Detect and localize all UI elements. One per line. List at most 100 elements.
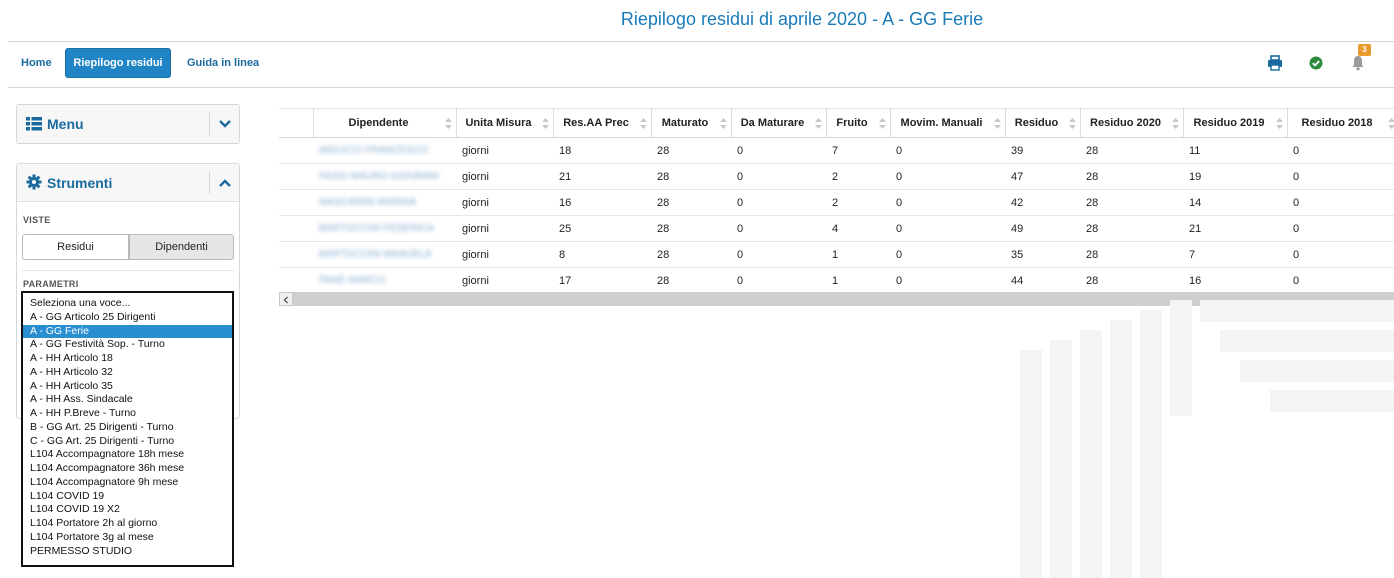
row-selector-cell[interactable] [279,137,313,164]
table-cell: 0 [890,163,1005,190]
row-selector-cell[interactable] [279,163,313,190]
listbox-option[interactable]: A - HH Articolo 18 [23,352,232,366]
row-selector-header [279,108,314,138]
nav-help[interactable]: Guida in linea [187,57,259,69]
listbox-option[interactable]: A - HH Articolo 35 [23,380,232,394]
sort-icon[interactable] [639,118,647,129]
table-cell: giorni [456,241,553,268]
table-cell: 28 [1080,241,1183,268]
table-cell: 28 [1080,267,1183,294]
listbox-option[interactable]: A - HH Ass. Sindacale [23,393,232,407]
listbox-option[interactable]: B - GG Art. 25 Dirigenti - Turno [23,421,232,435]
listbox-option[interactable]: A - GG Ferie [23,324,232,339]
check-circle-icon[interactable] [1307,54,1325,72]
column-header[interactable]: Residuo 2019 [1183,108,1288,138]
listbox-option[interactable]: L104 Portatore 3g al mese [23,531,232,545]
nav-home[interactable]: Home [21,57,52,69]
sort-icon[interactable] [1387,118,1394,129]
nav-riepilogo-residui[interactable]: Riepilogo residui [65,48,171,78]
column-header-label: Movim. Manuali [900,117,983,129]
column-header-label: Dipendente [348,117,409,129]
residui-grid: Dipendente Unita Misura Res.AA Prec Maturat… [279,108,1394,294]
listbox-option[interactable]: L104 Accompagnatore 18h mese [23,448,232,462]
menu-panel-header[interactable]: Menu [17,105,239,143]
table-cell: 28 [1080,163,1183,190]
table-row[interactable]: BARTOCCINI MANUELA giorni 8 28 0 1 0 35 28 7 0 [279,241,1394,268]
column-header-label: Residuo 2020 [1090,117,1161,129]
table-cell: 0 [1287,163,1394,190]
tools-panel-header[interactable]: Strumenti [17,164,239,202]
listbox-option[interactable]: L104 Portatore 2h al giorno [23,517,232,531]
column-header[interactable]: Res.AA Prec [553,108,652,138]
listbox-option[interactable]: PERMESSO STUDIO [23,545,232,559]
sort-icon[interactable] [1275,118,1283,129]
sort-icon[interactable] [878,118,886,129]
table-cell: 18 [553,137,651,164]
views-label: VISTE [23,215,51,225]
sort-icon[interactable] [444,118,452,129]
column-header[interactable]: Dipendente [313,108,457,138]
row-selector-cell[interactable] [279,267,313,294]
table-row[interactable]: MASCARINI MARINA giorni 16 28 0 2 0 42 28 14 0 [279,189,1394,216]
sort-icon[interactable] [814,118,822,129]
table-cell: 28 [651,241,731,268]
view-residui-button[interactable]: Residui [22,234,129,260]
table-cell: giorni [456,215,553,242]
column-header[interactable]: Residuo 2020 [1080,108,1184,138]
table-header-row: Dipendente Unita Misura Res.AA Prec Maturat… [279,108,1394,138]
table-cell: 0 [1287,137,1394,164]
sort-icon[interactable] [719,118,727,129]
column-header[interactable]: Da Maturare [731,108,827,138]
column-header-label: Residuo [1014,117,1059,129]
chevron-down-icon [219,120,231,128]
table-row[interactable]: PANE MARCO giorni 17 28 0 1 0 44 28 16 0 [279,267,1394,294]
table-cell: 21 [1183,215,1287,242]
column-header[interactable]: Residuo 2018 [1287,108,1394,138]
table-row[interactable]: FAZIO MAURO GIOVANNI giorni 21 28 0 2 0 47 28 19 0 [279,163,1394,190]
row-selector-cell[interactable] [279,241,313,268]
column-header[interactable]: Movim. Manuali [890,108,1006,138]
bell-icon[interactable] [1349,54,1367,72]
row-selector-cell[interactable] [279,189,313,216]
print-icon[interactable] [1266,54,1284,72]
listbox-option[interactable]: L104 COVID 19 X2 [23,503,232,517]
table-cell: 21 [553,163,651,190]
column-header-label: Residuo 2019 [1193,117,1265,129]
sort-icon[interactable] [993,118,1001,129]
column-header[interactable]: Unita Misura [456,108,554,138]
sort-icon[interactable] [1171,118,1179,129]
table-row[interactable]: BARTOCCINI FEDERICA giorni 25 28 0 4 0 49 28 21 0 [279,215,1394,242]
listbox-option[interactable]: A - HH Articolo 32 [23,366,232,380]
parameter-listbox[interactable]: Seleziona una voce... A - GG Articolo 25 … [21,291,234,567]
listbox-option[interactable]: Seleziona una voce... [23,297,232,311]
tools-toggle[interactable] [209,172,239,194]
table-cell: 28 [1080,137,1183,164]
table-cell: 1 [826,267,890,294]
listbox-option[interactable]: A - HH P.Breve - Turno [23,407,232,421]
column-header[interactable]: Maturato [651,108,732,138]
column-header-label: Da Maturare [740,117,805,129]
listbox-option[interactable]: L104 Accompagnatore 9h mese [23,476,232,490]
view-dipendenti-button[interactable]: Dipendenti [129,234,234,260]
column-header[interactable]: Fruito [826,108,891,138]
menu-title: Menu [47,116,84,132]
table-cell: 2 [826,163,890,190]
listbox-option[interactable]: L104 COVID 19 [23,490,232,504]
column-header-label: Res.AA Prec [563,117,629,129]
listbox-option[interactable]: L104 Accompagnatore 36h mese [23,462,232,476]
sort-icon[interactable] [1068,118,1076,129]
column-header[interactable]: Residuo [1005,108,1081,138]
listbox-option[interactable]: A - GG Festività Sop. - Turno [23,338,232,352]
menu-toggle[interactable] [209,113,239,135]
listbox-option[interactable]: A - GG Articolo 25 Dirigenti [23,311,232,325]
table-cell: 7 [1183,241,1287,268]
table-row[interactable]: MIGUCCI FRANCESCO giorni 18 28 0 7 0 39 28 11 0 [279,137,1394,164]
scroll-left-button[interactable] [279,292,293,306]
list-icon [26,117,42,131]
table-cell: 28 [651,215,731,242]
sort-icon[interactable] [541,118,549,129]
listbox-option[interactable]: C - GG Art. 25 Dirigenti - Turno [23,435,232,449]
table-cell: 2 [826,189,890,216]
table-cell: 0 [731,137,826,164]
row-selector-cell[interactable] [279,215,313,242]
